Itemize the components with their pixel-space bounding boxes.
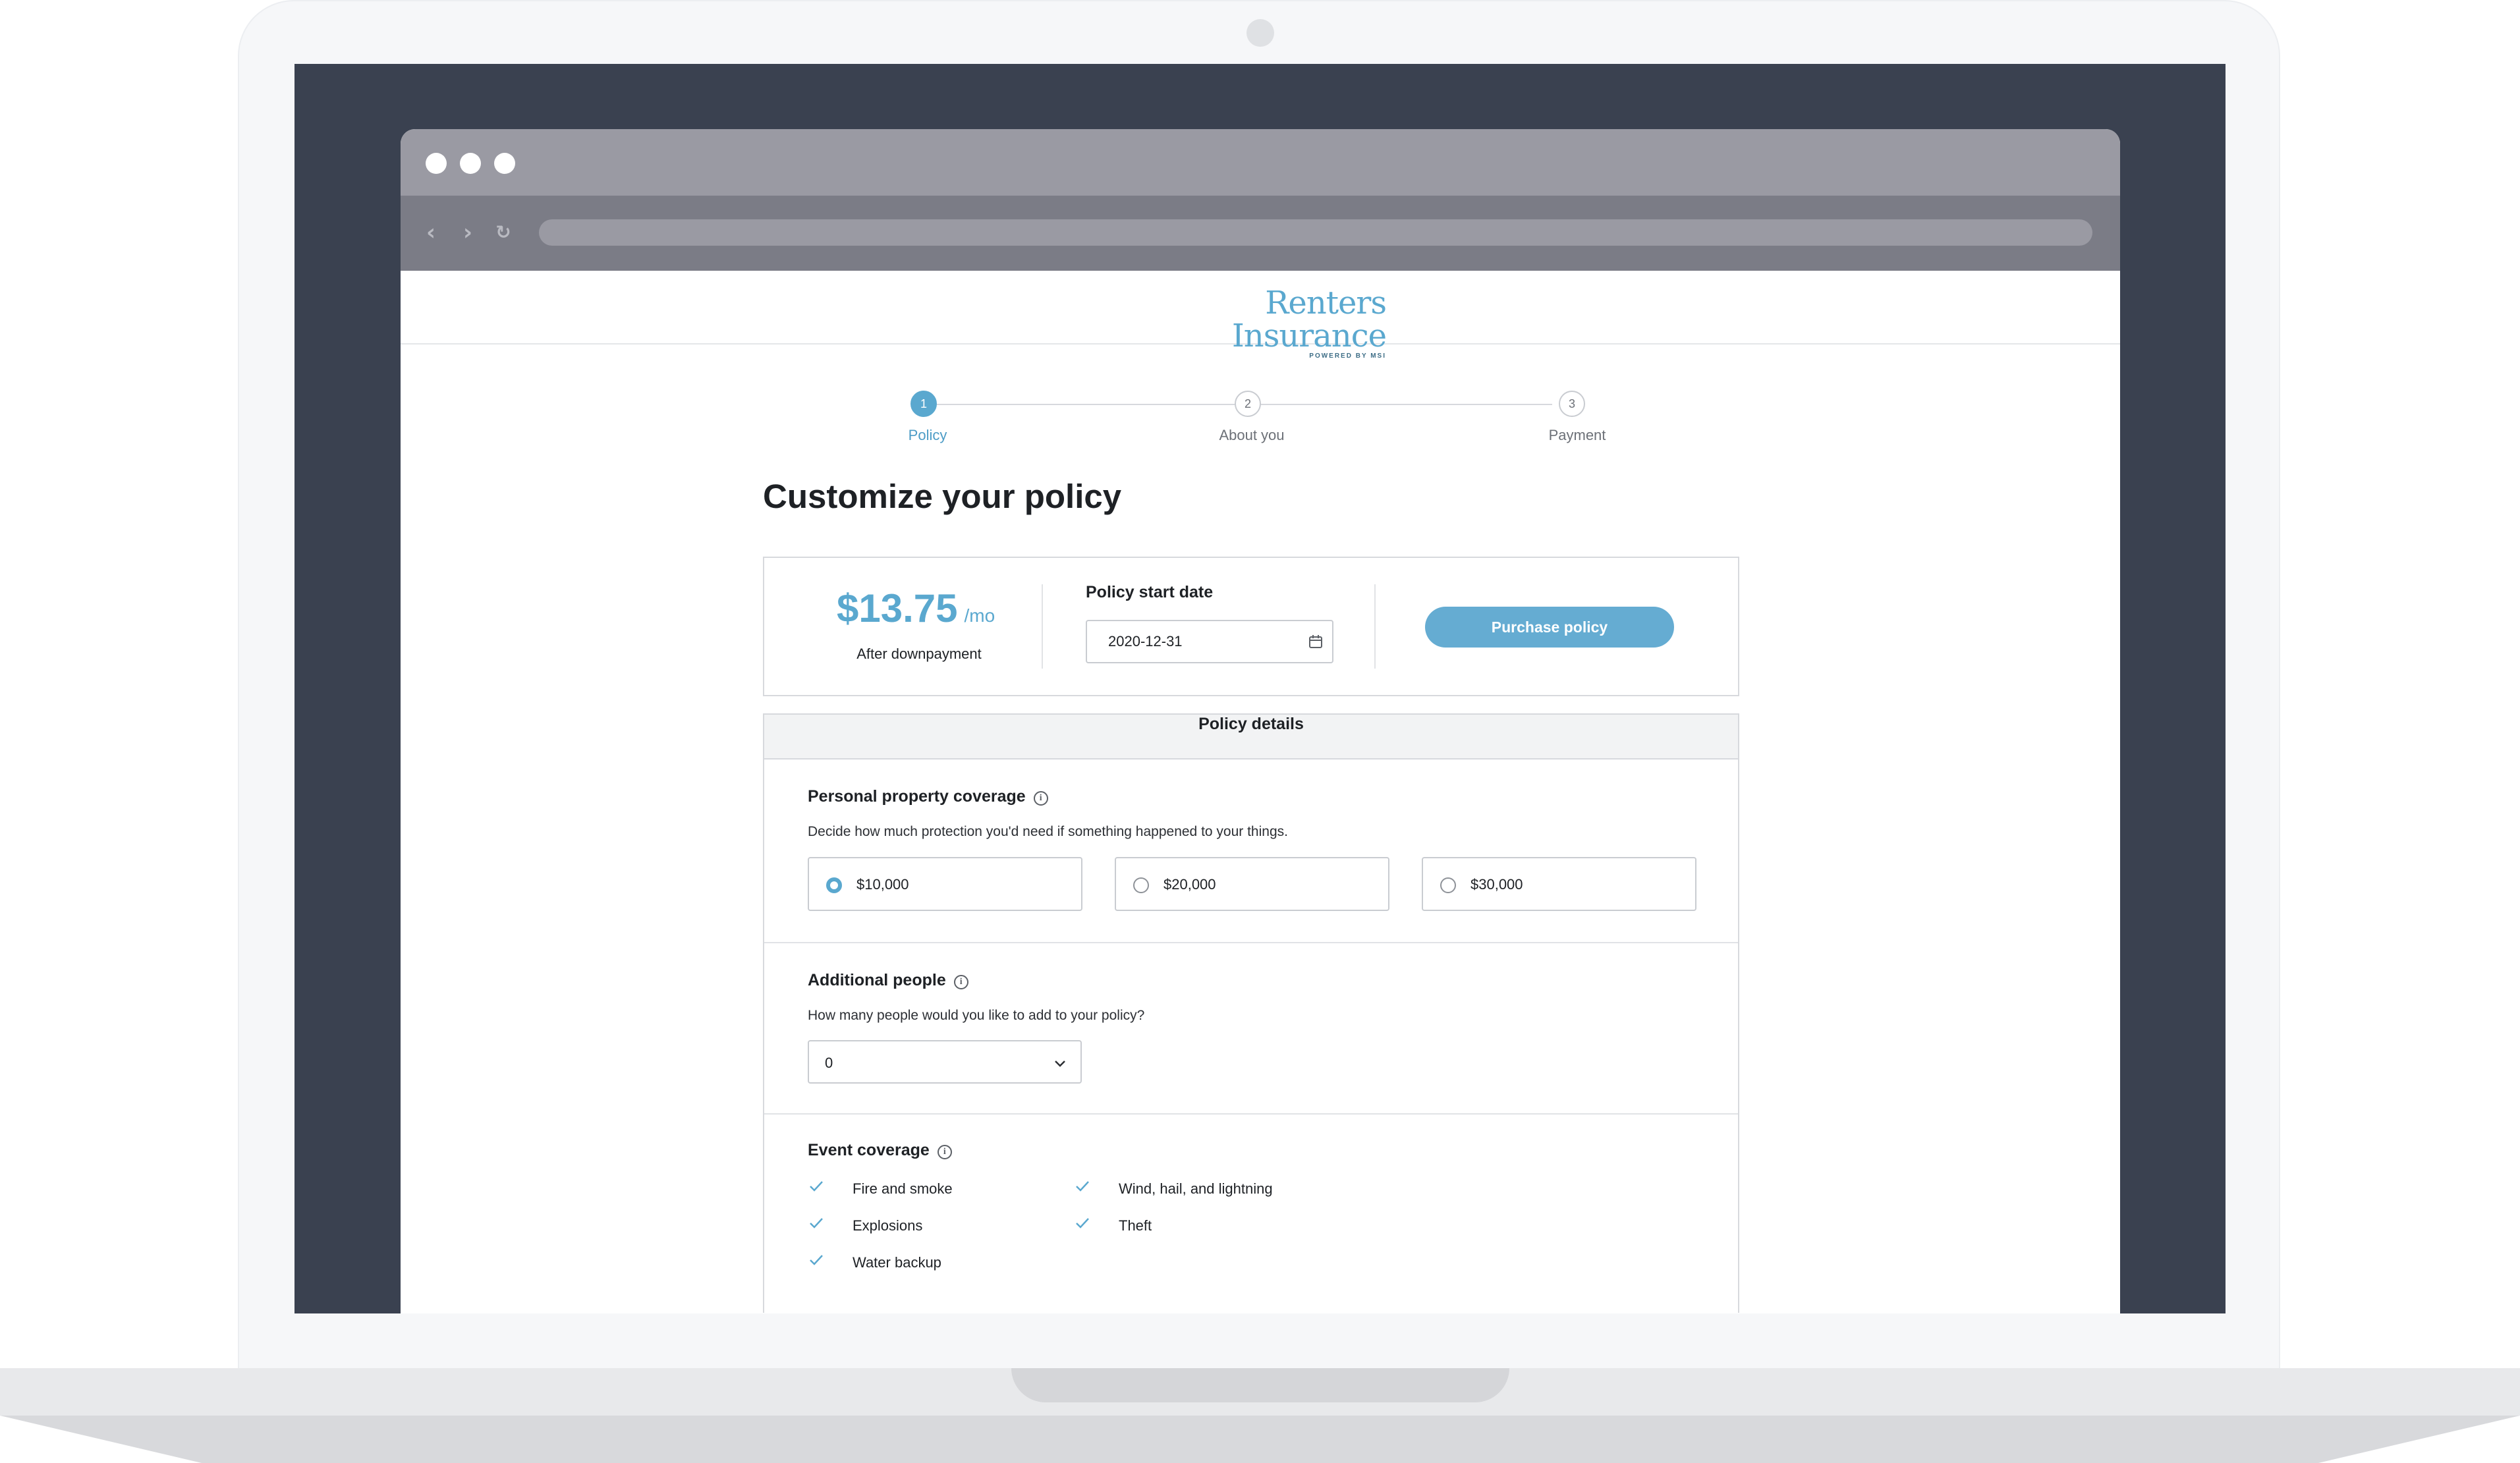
event-item: Wind, hail, and lightning xyxy=(1076,1180,1273,1198)
price-note: After downpayment xyxy=(856,646,982,662)
coverage-option-label: $30,000 xyxy=(1470,876,1523,893)
chevron-down-icon xyxy=(1055,1061,1065,1067)
window-maximize-dot[interactable] xyxy=(494,153,515,174)
step-1-circle[interactable]: 1 xyxy=(910,391,937,417)
coverage-option-label: $20,000 xyxy=(1163,876,1216,893)
coverage-option-30000[interactable]: $30,000 xyxy=(1422,857,1696,911)
radio-unselected[interactable] xyxy=(1440,877,1456,893)
start-date-input[interactable] xyxy=(1086,620,1333,663)
window-close-dot[interactable] xyxy=(426,153,447,174)
laptop-notch xyxy=(1011,1368,1509,1402)
property-coverage-description: Decide how much protection you'd need if… xyxy=(808,824,1288,839)
coverage-option-label: $10,000 xyxy=(856,876,909,893)
check-icon xyxy=(1076,1218,1089,1228)
event-label: Fire and smoke xyxy=(853,1180,953,1197)
event-coverage-section: Event coverage i Fire and smoke Explosion… xyxy=(764,1115,1738,1313)
laptop-base-bottom xyxy=(0,1416,2520,1463)
additional-people-section: Additional people i How many people would… xyxy=(764,943,1738,1114)
address-bar[interactable] xyxy=(539,219,2092,246)
summary-divider xyxy=(1042,584,1043,669)
site-logo[interactable]: Renters Insurance POWERED BY MSI xyxy=(1136,287,1387,360)
reload-icon[interactable]: ↻ xyxy=(490,219,517,246)
policy-details-panel: Policy details Personal property coverag… xyxy=(763,713,1739,1313)
check-icon xyxy=(810,1181,823,1192)
purchase-policy-button[interactable]: Purchase policy xyxy=(1425,607,1674,648)
forward-icon[interactable]: › xyxy=(455,219,481,246)
event-label: Wind, hail, and lightning xyxy=(1119,1180,1273,1197)
check-icon xyxy=(810,1255,823,1265)
radio-unselected[interactable] xyxy=(1133,877,1149,893)
event-coverage-title: Event coverage i xyxy=(808,1141,952,1160)
back-icon[interactable]: ‹ xyxy=(418,219,444,246)
event-item: Water backup xyxy=(810,1254,941,1271)
price-amount: $13.75 xyxy=(837,586,958,630)
summary-divider xyxy=(1374,584,1376,669)
additional-people-title-text: Additional people xyxy=(808,971,946,989)
event-label: Explosions xyxy=(853,1217,923,1234)
window-minimize-dot[interactable] xyxy=(460,153,481,174)
coverage-option-10000[interactable]: $10,000 xyxy=(808,857,1082,911)
page-title: Customize your policy xyxy=(763,478,1122,515)
monthly-price: $13.75/mo xyxy=(837,586,995,631)
site-header: Renters Insurance POWERED BY MSI xyxy=(401,271,2120,360)
event-coverage-title-text: Event coverage xyxy=(808,1141,930,1159)
policy-summary-card: $13.75/mo After downpayment Policy start… xyxy=(763,557,1739,696)
info-icon[interactable]: i xyxy=(1033,791,1048,806)
event-label: Water backup xyxy=(853,1254,941,1271)
coverage-options: $10,000 $20,000 $30,000 xyxy=(808,857,1697,911)
info-icon[interactable]: i xyxy=(953,975,968,989)
radio-selected[interactable] xyxy=(826,877,842,893)
laptop-camera xyxy=(1246,19,1274,47)
price-unit: /mo xyxy=(964,605,995,626)
additional-people-select[interactable]: 0 xyxy=(808,1040,1082,1084)
select-value: 0 xyxy=(825,1055,833,1071)
policy-details-header: Policy details xyxy=(764,715,1738,759)
step-2-circle[interactable]: 2 xyxy=(1235,391,1261,417)
event-item: Fire and smoke xyxy=(810,1180,953,1198)
coverage-option-20000[interactable]: $20,000 xyxy=(1115,857,1389,911)
browser-titlebar xyxy=(401,129,2120,196)
logo-text: Renters Insurance xyxy=(1231,285,1387,354)
property-coverage-title-text: Personal property coverage xyxy=(808,787,1026,806)
step-2-label[interactable]: About you xyxy=(1173,427,1331,444)
browser-window: ‹ › ↻ Renters Insurance POWERED BY MSI 1… xyxy=(401,129,2120,1313)
step-3-circle[interactable]: 3 xyxy=(1559,391,1585,417)
property-coverage-section: Personal property coverage i Decide how m… xyxy=(764,758,1738,943)
info-icon[interactable]: i xyxy=(937,1145,952,1159)
step-1-label[interactable]: Policy xyxy=(849,427,1007,444)
start-date-label: Policy start date xyxy=(1086,583,1214,601)
check-icon xyxy=(810,1218,823,1228)
property-coverage-title: Personal property coverage i xyxy=(808,787,1048,806)
browser-toolbar: ‹ › ↻ xyxy=(401,196,2120,271)
additional-people-title: Additional people i xyxy=(808,971,968,990)
additional-people-question: How many people would you like to add to… xyxy=(808,1008,1145,1023)
event-label: Theft xyxy=(1119,1217,1152,1234)
calendar-icon[interactable] xyxy=(1308,634,1323,649)
event-item: Explosions xyxy=(810,1217,923,1234)
check-icon xyxy=(1076,1181,1089,1192)
step-3-label[interactable]: Payment xyxy=(1498,427,1656,444)
event-item: Theft xyxy=(1076,1217,1152,1234)
